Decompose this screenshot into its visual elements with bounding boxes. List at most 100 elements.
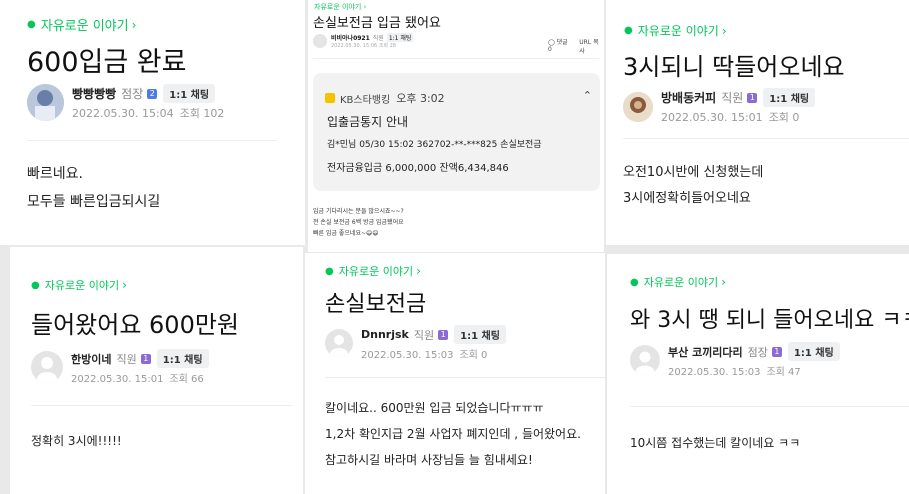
chevron-right-icon: › (131, 17, 137, 32)
post-body: 입금 기다리시는 분들 많으시죠~~? 전 손실 보전금 6백 방금 입금됐어요… (313, 206, 404, 239)
category-label: 자유로운 이야기 (643, 276, 719, 289)
post-date: 2022.05.30. 15:06 (331, 43, 378, 49)
avatar[interactable] (31, 351, 63, 383)
author-name[interactable]: 방배동커피 (661, 89, 716, 106)
body-line: 입금 기다리시는 분들 많으시죠~~? (313, 208, 404, 215)
author-role: 점장 (747, 345, 768, 359)
chat-button[interactable]: 1:1 채팅 (386, 33, 414, 42)
comment-count[interactable]: ◯ 댓글 0 (548, 37, 573, 55)
post-card-4: ● 자유로운 이야기 › 들어왔어요 600만원 한방이네 직원 1 1:1 채… (10, 247, 303, 494)
chevron-right-icon: › (416, 264, 421, 278)
category-label: 자유로운 이야기 (40, 19, 129, 34)
post-card-1: ● 자유로운 이야기 › 600입금 완료 빵빵빵빵 점장 2 1:1 채팅 2… (0, 0, 305, 245)
chat-button[interactable]: 1:1 채팅 (454, 325, 506, 344)
post-title: 손실보전금 (325, 292, 427, 317)
category-link[interactable]: ● 자유로운 이야기 › (630, 274, 726, 290)
avatar[interactable] (313, 34, 327, 48)
bank-notification: KB스타뱅킹 오후 3:02 ⌃ 입출금통지 안내 김*민님 05/30 15:… (313, 73, 600, 191)
dot-icon: ● (624, 25, 633, 36)
dot-icon: ● (27, 19, 36, 30)
category-link[interactable]: ● 자유로운 이야기 › (27, 15, 137, 35)
category-label: 자유로운 이야기 (338, 265, 414, 278)
author-role: 직원 (372, 35, 384, 42)
level-badge: 1 (747, 92, 758, 103)
level-badge: 1 (771, 346, 782, 357)
post-title: 와 3시 땡 되니 들어오네요 ㅋㅋ (630, 308, 909, 333)
divider (630, 406, 909, 407)
post-title: 들어왔어요 600만원 (31, 311, 239, 339)
chevron-right-icon: › (721, 275, 726, 289)
divider (31, 405, 293, 406)
body-line: 1,2차 확인지급 2월 사업자 폐지인데 , 들어왔어요. (325, 427, 581, 441)
notif-heading: 입출금통지 안내 (327, 115, 409, 129)
url-copy-button[interactable]: URL 복사 (579, 37, 604, 55)
level-badge: 2 (147, 88, 158, 99)
author-role: 직원 (721, 91, 744, 105)
body-line: 오전10시반에 신청했는데 (623, 165, 764, 180)
post-date: 2022.05.30. 15:04 (72, 107, 174, 120)
post-date: 2022.05.30. 15:01 (661, 111, 763, 124)
post-card-5: ● 자유로운 이야기 › 손실보전금 Dnnrjsk 직원 1 1:1 채팅 2… (305, 253, 605, 494)
author-row: 비비아나0921 직원 1:1 채팅 2022.05.30. 15:06 조회 … (313, 33, 414, 49)
avatar[interactable] (630, 345, 660, 375)
body-line: 3시에정확히들어오네요 (623, 191, 751, 206)
author-name[interactable]: 한방이네 (71, 351, 111, 367)
post-title: 600입금 완료 (27, 47, 187, 78)
post-meta: 2022.05.30. 15:01 조회 0 (661, 109, 815, 125)
category-label: 자유로운 이야기 (637, 24, 719, 38)
chat-button[interactable]: 1:1 채팅 (163, 84, 216, 103)
category-link[interactable]: ● 자유로운 이야기 › (325, 263, 421, 279)
divider (325, 377, 605, 378)
divider (27, 140, 277, 141)
body-line: 참고하시길 바라며 사장님들 늘 힘내세요! (325, 453, 533, 467)
post-actions: ◯ 댓글 0 URL 복사 (548, 37, 604, 55)
view-count: 조회 66 (169, 374, 204, 385)
dot-icon: ● (31, 279, 40, 291)
post-meta: 2022.05.30. 15:03 조회 0 (361, 346, 506, 361)
author-role: 점장 (121, 87, 144, 101)
dot-icon: ● (630, 276, 639, 288)
author-row: 방배동커피 직원 1 1:1 채팅 2022.05.30. 15:01 조회 0 (623, 88, 816, 125)
post-meta: 2022.05.30. 15:06 조회 28 (331, 42, 413, 49)
author-name[interactable]: 빵빵빵빵 (72, 85, 116, 102)
bank-name: KB스타뱅킹 (340, 94, 391, 106)
body-line: 빠른 입금 좋으네요~😄😄 (313, 230, 379, 237)
author-name[interactable]: Dnnrjsk (361, 328, 409, 341)
author-row: 빵빵빵빵 점장 2 1:1 채팅 2022.05.30. 15:04 조회 102 (27, 84, 224, 121)
post-card-3: ● 자유로운 이야기 › 3시되니 딱들어오네요 방배동커피 직원 1 1:1 … (606, 0, 909, 245)
view-count: 조회 0 (459, 350, 488, 361)
comment-icon: ◯ (548, 39, 555, 46)
body-line: 정확히 3시에!!!!! (31, 434, 122, 448)
avatar[interactable] (27, 84, 64, 121)
post-body: 오전10시반에 신청했는데 3시에정확히들어오네요 (623, 160, 763, 212)
chat-button[interactable]: 1:1 채팅 (156, 349, 209, 368)
post-meta: 2022.05.30. 15:03 조회 47 (668, 363, 840, 378)
category-link[interactable]: ● 자유로운 이야기 › (31, 277, 127, 293)
dot-icon: ● (325, 265, 334, 277)
post-date: 2022.05.30. 15:03 (668, 367, 761, 378)
avatar[interactable] (325, 329, 353, 357)
chevron-up-icon[interactable]: ⌃ (583, 89, 592, 102)
body-line: 빠르네요. (27, 166, 83, 182)
author-role: 직원 (413, 328, 435, 342)
category-link[interactable]: ● 자유로운 이야기 › (624, 22, 727, 39)
body-line: 칼이네요.. 600만원 입금 되었습니다ㅠㅠㅠ (325, 401, 544, 415)
author-row: 부산 코끼리다리 점장 1 1:1 채팅 2022.05.30. 15:03 조회… (630, 342, 840, 378)
divider (623, 138, 909, 139)
author-row: Dnnrjsk 직원 1 1:1 채팅 2022.05.30. 15:03 조회 … (325, 325, 506, 361)
notif-line: 김*민님 05/30 15:02 362702-**-***825 손실보전금 (327, 140, 542, 150)
author-row: 한방이네 직원 1 1:1 채팅 2022.05.30. 15:01 조회 66 (31, 349, 209, 385)
post-meta: 2022.05.30. 15:04 조회 102 (72, 105, 224, 121)
author-name[interactable]: 비비아나0921 (331, 33, 370, 42)
chat-button[interactable]: 1:1 채팅 (787, 342, 840, 361)
chat-button[interactable]: 1:1 채팅 (763, 88, 816, 107)
notif-time: 오후 3:02 (396, 92, 445, 105)
avatar[interactable] (623, 91, 653, 122)
level-badge: 1 (438, 329, 449, 340)
post-card-6: ● 자유로운 이야기 › 와 3시 땡 되니 들어오네요 ㅋㅋ 부산 코끼리다리… (607, 254, 909, 494)
post-title: 손실보전금 입금 됐어요 (313, 16, 441, 31)
author-name[interactable]: 부산 코끼리다리 (668, 344, 743, 360)
view-count: 조회 102 (179, 107, 225, 120)
post-meta: 2022.05.30. 15:01 조회 66 (71, 370, 209, 385)
category-link[interactable]: 자유로운 이야기 › (314, 2, 366, 12)
